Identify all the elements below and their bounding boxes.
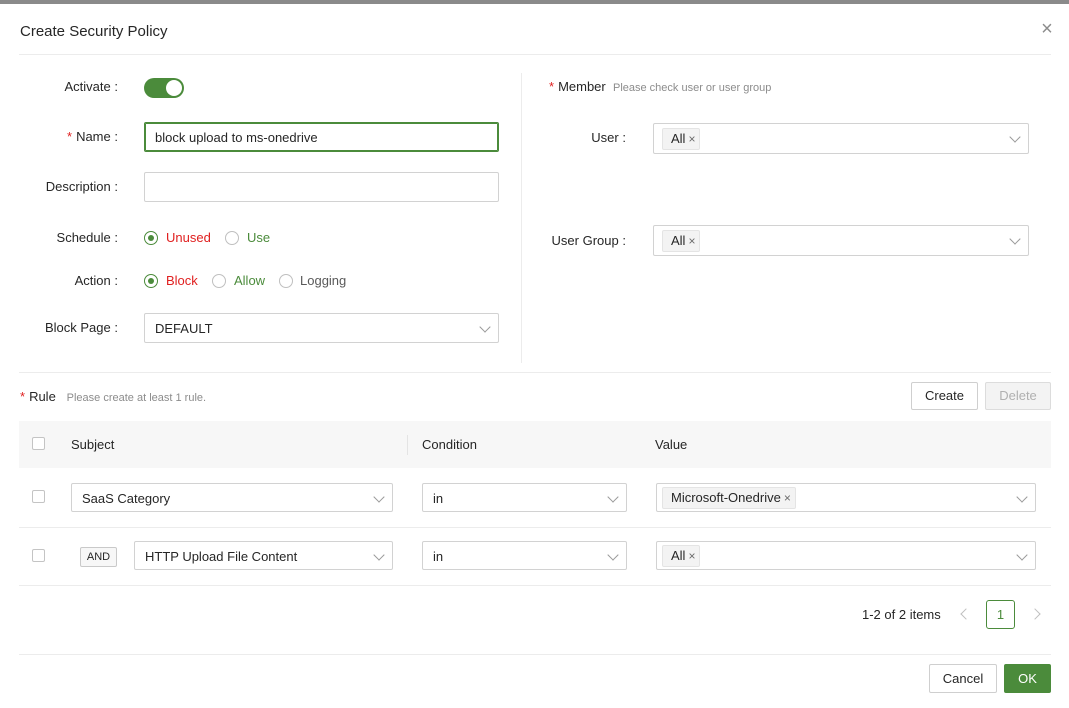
schedule-label: Schedule : [56, 230, 118, 245]
delete-rule-button[interactable]: Delete [985, 382, 1051, 410]
ok-button[interactable]: OK [1004, 664, 1051, 693]
member-hint: Please check user or user group [612, 82, 772, 94]
subject-select[interactable]: SaaS Category [71, 483, 393, 512]
chevron-down-icon [607, 491, 619, 503]
subject-value: SaaS Category [82, 491, 171, 506]
condition-value: in [433, 491, 444, 506]
block-page-value: DEFAULT [155, 321, 213, 336]
rule-hint: Please create at least 1 rule. [66, 392, 207, 404]
value-select[interactable]: All × [656, 541, 1036, 570]
window-top-bar [0, 0, 1069, 4]
name-input-value: block upload to ms-onedrive [155, 130, 318, 145]
footer-divider [19, 654, 1051, 655]
column-subject: Subject [71, 437, 115, 452]
description-label: Description : [45, 179, 118, 194]
subject-select[interactable]: HTTP Upload File Content [134, 541, 393, 570]
chevron-down-icon [1009, 131, 1021, 143]
action-label: Action : [74, 273, 118, 288]
action-block-radio[interactable] [144, 274, 158, 288]
user-tag-all: All × [662, 128, 701, 150]
condition-value: in [433, 549, 444, 564]
action-logging-radio[interactable] [279, 274, 293, 288]
user-group-select[interactable]: All × [653, 225, 1029, 256]
and-connector[interactable]: AND [80, 547, 117, 567]
chevron-down-icon [1016, 491, 1028, 503]
column-condition: Condition [422, 437, 477, 452]
row-checkbox[interactable] [32, 490, 45, 503]
chevron-down-icon [1016, 549, 1028, 561]
activate-label: Activate : [64, 79, 119, 94]
subject-value: HTTP Upload File Content [145, 549, 298, 564]
rule-label: * Rule Please create at least 1 rule. [20, 389, 207, 404]
tag-close-icon[interactable]: × [784, 491, 791, 505]
select-all-checkbox[interactable] [32, 437, 45, 450]
tag-close-icon[interactable]: × [688, 132, 695, 146]
cancel-button[interactable]: Cancel [929, 664, 997, 693]
action-logging-label[interactable]: Logging [300, 273, 346, 288]
column-separator [407, 435, 408, 455]
user-group-tag-all: All × [662, 230, 701, 252]
value-select[interactable]: Microsoft-Onedrive × [656, 483, 1036, 512]
next-page-icon[interactable] [1029, 608, 1041, 620]
name-label: * Name : [67, 129, 118, 144]
section-divider [19, 372, 1051, 373]
column-value: Value [655, 437, 688, 452]
condition-select[interactable]: in [422, 541, 627, 570]
dialog-title: Create Security Policy [20, 23, 168, 40]
chevron-down-icon [479, 321, 491, 333]
schedule-use-label[interactable]: Use [247, 230, 270, 245]
chevron-down-icon [1009, 233, 1021, 245]
user-select[interactable]: All × [653, 123, 1029, 154]
prev-page-icon[interactable] [960, 608, 972, 620]
schedule-unused-radio[interactable] [144, 231, 158, 245]
user-label: User : [591, 130, 626, 145]
header-divider [19, 54, 1051, 55]
user-group-label: User Group : [551, 233, 626, 248]
description-input[interactable] [144, 172, 499, 202]
row-divider [19, 527, 1051, 528]
column-divider [521, 73, 522, 363]
action-allow-radio[interactable] [212, 274, 226, 288]
name-input[interactable]: block upload to ms-onedrive [144, 122, 499, 152]
condition-select[interactable]: in [422, 483, 627, 512]
value-tag: Microsoft-Onedrive × [662, 487, 796, 509]
tag-close-icon[interactable]: × [688, 549, 695, 563]
rule-table-header: Subject Condition Value [19, 421, 1051, 468]
action-block-label[interactable]: Block [166, 273, 198, 288]
close-icon[interactable]: × [1038, 19, 1056, 39]
chevron-down-icon [373, 549, 385, 561]
create-rule-button[interactable]: Create [911, 382, 978, 410]
block-page-label: Block Page : [44, 320, 118, 335]
pagination-summary: 1-2 of 2 items [862, 607, 941, 622]
page-button-current[interactable]: 1 [986, 600, 1015, 629]
schedule-unused-label[interactable]: Unused [166, 230, 211, 245]
tag-close-icon[interactable]: × [688, 234, 695, 248]
row-checkbox[interactable] [32, 549, 45, 562]
chevron-down-icon [607, 549, 619, 561]
value-tag: All × [662, 545, 701, 567]
row-divider [19, 585, 1051, 586]
toggle-knob [166, 80, 182, 96]
block-page-select[interactable]: DEFAULT [144, 313, 499, 343]
activate-toggle[interactable] [144, 78, 184, 98]
chevron-down-icon [373, 491, 385, 503]
member-label: * Member Please check user or user group [549, 79, 772, 94]
schedule-use-radio[interactable] [225, 231, 239, 245]
action-allow-label[interactable]: Allow [234, 273, 265, 288]
